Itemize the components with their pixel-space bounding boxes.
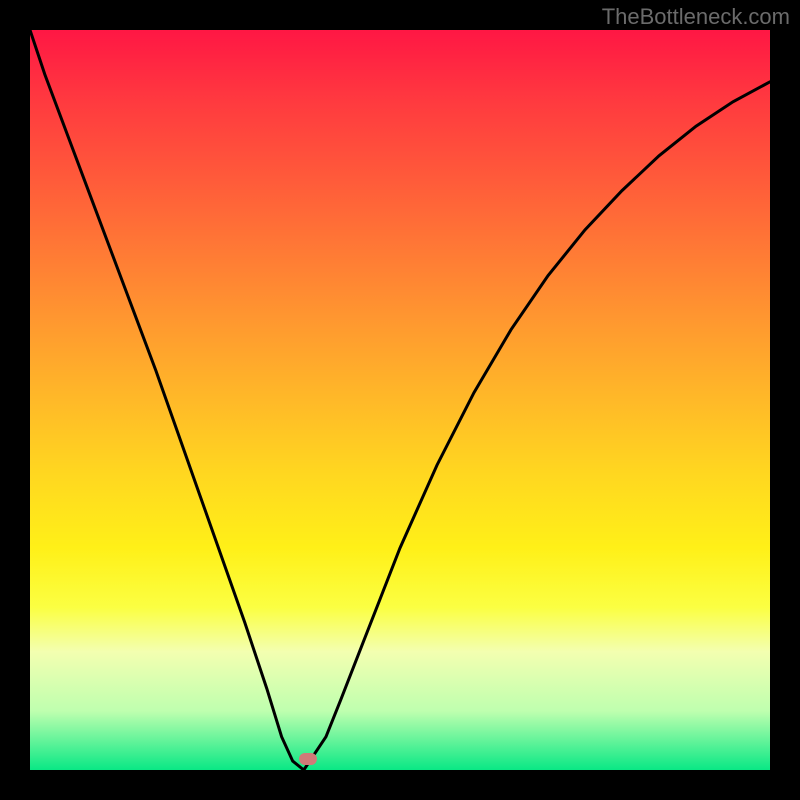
curve-svg: [30, 30, 770, 770]
bottleneck-curve: [30, 30, 770, 770]
optimal-point-marker: [299, 753, 317, 765]
watermark-text: TheBottleneck.com: [602, 4, 790, 30]
chart-plot-area: [30, 30, 770, 770]
